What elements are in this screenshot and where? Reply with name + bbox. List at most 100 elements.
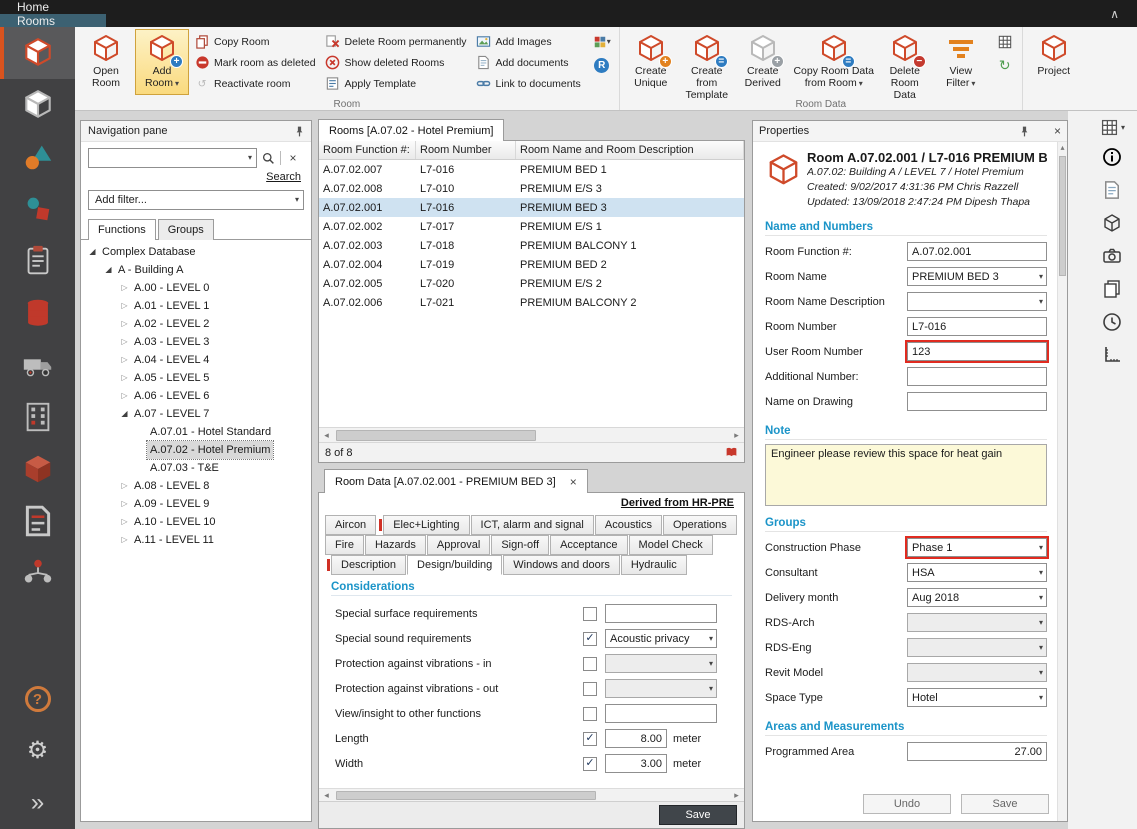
value-field[interactable]: ▾ bbox=[907, 292, 1047, 311]
add-documents-button[interactable]: Add documents bbox=[474, 52, 586, 73]
sidebar-checklists-button[interactable] bbox=[0, 235, 75, 287]
room-data-tab[interactable]: Sign-off bbox=[491, 535, 549, 555]
scroll-right-icon[interactable]: ▸ bbox=[729, 790, 744, 801]
scroll-up-icon[interactable]: ▴ bbox=[1058, 142, 1067, 154]
value-field[interactable]: 123 ▾ bbox=[907, 342, 1047, 361]
expand-sidebar-button[interactable]: » bbox=[0, 777, 75, 829]
clear-search-icon[interactable]: × bbox=[282, 148, 304, 168]
copy-room-data-button[interactable]: = Copy Room Data from Room▾ bbox=[792, 29, 876, 95]
show-deleted-rooms-button[interactable]: Show deleted Rooms bbox=[323, 52, 472, 73]
derived-from-link[interactable]: Derived from HR-PRE bbox=[621, 497, 734, 509]
view-filter-button[interactable]: View Filter▾ bbox=[934, 29, 988, 95]
project-button[interactable]: Project bbox=[1027, 29, 1081, 95]
room-data-tab[interactable]: Fire bbox=[325, 535, 364, 555]
save-button[interactable]: Save bbox=[659, 805, 737, 825]
value-field[interactable]: Aug 2018 ▾ bbox=[907, 588, 1047, 607]
value-field[interactable]: ▾ bbox=[605, 704, 717, 723]
copy-room-button[interactable]: Copy Room bbox=[192, 31, 321, 52]
open-room-button[interactable]: Open Room bbox=[79, 29, 133, 95]
info-view-button[interactable] bbox=[1099, 144, 1125, 170]
model-view-button[interactable] bbox=[1099, 210, 1125, 236]
tree-item[interactable]: A.10 - LEVEL 10 bbox=[81, 513, 311, 531]
table-row[interactable]: A.07.02.005 L7-020 PREMIUM E/S 2 bbox=[319, 274, 744, 293]
horizontal-scrollbar[interactable]: ◂ ▸ bbox=[319, 427, 744, 442]
room-data-document-tab[interactable]: Room Data [A.07.02.001 - PREMIUM BED 3] … bbox=[324, 469, 588, 493]
column-header[interactable]: Room Function #: bbox=[319, 141, 416, 159]
tree-item[interactable]: A.03 - LEVEL 3 bbox=[81, 333, 311, 351]
tree-item[interactable]: Complex Database bbox=[81, 243, 311, 261]
reactivate-room-button[interactable]: ↺Reactivate room bbox=[192, 73, 321, 94]
delete-room-permanently-button[interactable]: Delete Room permanently bbox=[323, 31, 472, 52]
properties-view-grid-button[interactable]: ▾ bbox=[1101, 119, 1125, 136]
room-data-tab[interactable]: ICT, alarm and signal bbox=[471, 515, 594, 535]
pin-icon[interactable] bbox=[293, 125, 306, 138]
room-data-tab[interactable]: Description bbox=[331, 555, 406, 575]
tree-item[interactable]: A.05 - LEVEL 5 bbox=[81, 369, 311, 387]
scrollbar-thumb[interactable] bbox=[336, 430, 536, 441]
tree-item[interactable]: A.01 - LEVEL 1 bbox=[81, 297, 311, 315]
tree-item[interactable]: A.11 - LEVEL 11 bbox=[81, 531, 311, 549]
table-row[interactable]: A.07.02.001 L7-016 PREMIUM BED 3 bbox=[319, 198, 744, 217]
value-field[interactable]: L7-016 ▾ bbox=[907, 317, 1047, 336]
room-data-tab[interactable]: Operations bbox=[663, 515, 737, 535]
save-button[interactable]: Save bbox=[961, 794, 1049, 814]
search-icon[interactable] bbox=[257, 148, 279, 168]
table-row[interactable]: A.07.02.007 L7-016 PREMIUM BED 1 bbox=[319, 160, 744, 179]
rooms-document-tab[interactable]: Rooms [A.07.02 - Hotel Premium] bbox=[318, 119, 504, 141]
tree-item[interactable]: A.07 - LEVEL 7 bbox=[81, 405, 311, 423]
close-icon[interactable]: × bbox=[1054, 125, 1061, 137]
checkbox[interactable]: ✓ bbox=[583, 632, 597, 646]
scrollbar-thumb[interactable] bbox=[1059, 156, 1066, 276]
pin-icon[interactable] bbox=[1018, 125, 1031, 138]
room-data-tab[interactable]: Hydraulic bbox=[621, 555, 687, 575]
table-row[interactable]: A.07.02.008 L7-010 PREMIUM E/S 3 bbox=[319, 179, 744, 198]
value-field[interactable]: 3.00 ▾ bbox=[605, 754, 667, 773]
sidebar-rooms-button[interactable] bbox=[0, 27, 75, 79]
menu-tab[interactable]: Rooms bbox=[0, 14, 106, 28]
close-icon[interactable]: × bbox=[570, 476, 577, 488]
value-field[interactable]: Acoustic privacy ▾ bbox=[605, 629, 717, 648]
help-button[interactable]: ? bbox=[0, 673, 75, 725]
create-unique-button[interactable]: + Create Unique bbox=[624, 29, 678, 95]
sidebar-reports-button[interactable] bbox=[0, 495, 75, 547]
documents-view-button[interactable] bbox=[1099, 177, 1125, 203]
value-field[interactable]: ▾ bbox=[907, 613, 1047, 632]
collapse-ribbon-button[interactable]: ∧ bbox=[1092, 0, 1137, 27]
red-book-icon[interactable] bbox=[725, 446, 738, 459]
sidebar-item-groups-button[interactable] bbox=[0, 183, 75, 235]
chevron-down-icon[interactable]: ▾ bbox=[248, 154, 252, 162]
horizontal-scrollbar[interactable]: ◂ ▸ bbox=[319, 788, 744, 801]
add-room-button[interactable]: + Add Room▾ bbox=[135, 29, 189, 95]
table-row[interactable]: A.07.02.002 L7-017 PREMIUM E/S 1 bbox=[319, 217, 744, 236]
value-field[interactable]: ▾ bbox=[907, 638, 1047, 657]
note-textarea[interactable]: Engineer please review this space for he… bbox=[765, 444, 1047, 506]
tree-item[interactable]: A.02 - LEVEL 2 bbox=[81, 315, 311, 333]
navigation-tab[interactable]: Groups bbox=[158, 219, 214, 240]
value-field[interactable]: 8.00 ▾ bbox=[605, 729, 667, 748]
refresh-room-data-button[interactable]: ↻ bbox=[993, 55, 1017, 75]
tree-item[interactable]: A.07.03 - T&E bbox=[81, 459, 311, 477]
column-header[interactable]: Room Number bbox=[416, 141, 516, 159]
table-row[interactable]: A.07.02.003 L7-018 PREMIUM BALCONY 1 bbox=[319, 236, 744, 255]
search-input[interactable]: ▾ bbox=[88, 148, 257, 168]
create-derived-button[interactable]: + Create Derived bbox=[736, 29, 790, 95]
checkbox[interactable]: ✓ bbox=[583, 732, 597, 746]
history-view-button[interactable] bbox=[1099, 309, 1125, 335]
create-from-template-button[interactable]: = Create from Template bbox=[680, 29, 734, 102]
checkbox[interactable] bbox=[583, 607, 597, 621]
room-data-tab[interactable]: Acoustics bbox=[595, 515, 662, 535]
scroll-right-icon[interactable]: ▸ bbox=[729, 430, 744, 441]
copies-view-button[interactable] bbox=[1099, 276, 1125, 302]
menu-tab[interactable]: Home bbox=[0, 0, 106, 14]
room-data-tab[interactable]: Windows and doors bbox=[503, 555, 620, 575]
value-field[interactable]: ▾ bbox=[605, 604, 717, 623]
value-field[interactable]: HSA ▾ bbox=[907, 563, 1047, 582]
navigation-tab[interactable]: Functions bbox=[88, 219, 156, 240]
sidebar-buildings-button[interactable] bbox=[0, 391, 75, 443]
checkbox[interactable] bbox=[583, 707, 597, 721]
tree-item[interactable]: A.04 - LEVEL 4 bbox=[81, 351, 311, 369]
room-data-tab[interactable]: Hazards bbox=[365, 535, 426, 555]
value-field[interactable]: 27.00 bbox=[907, 742, 1047, 761]
value-field[interactable]: ▾ bbox=[605, 654, 717, 673]
table-row[interactable]: A.07.02.004 L7-019 PREMIUM BED 2 bbox=[319, 255, 744, 274]
